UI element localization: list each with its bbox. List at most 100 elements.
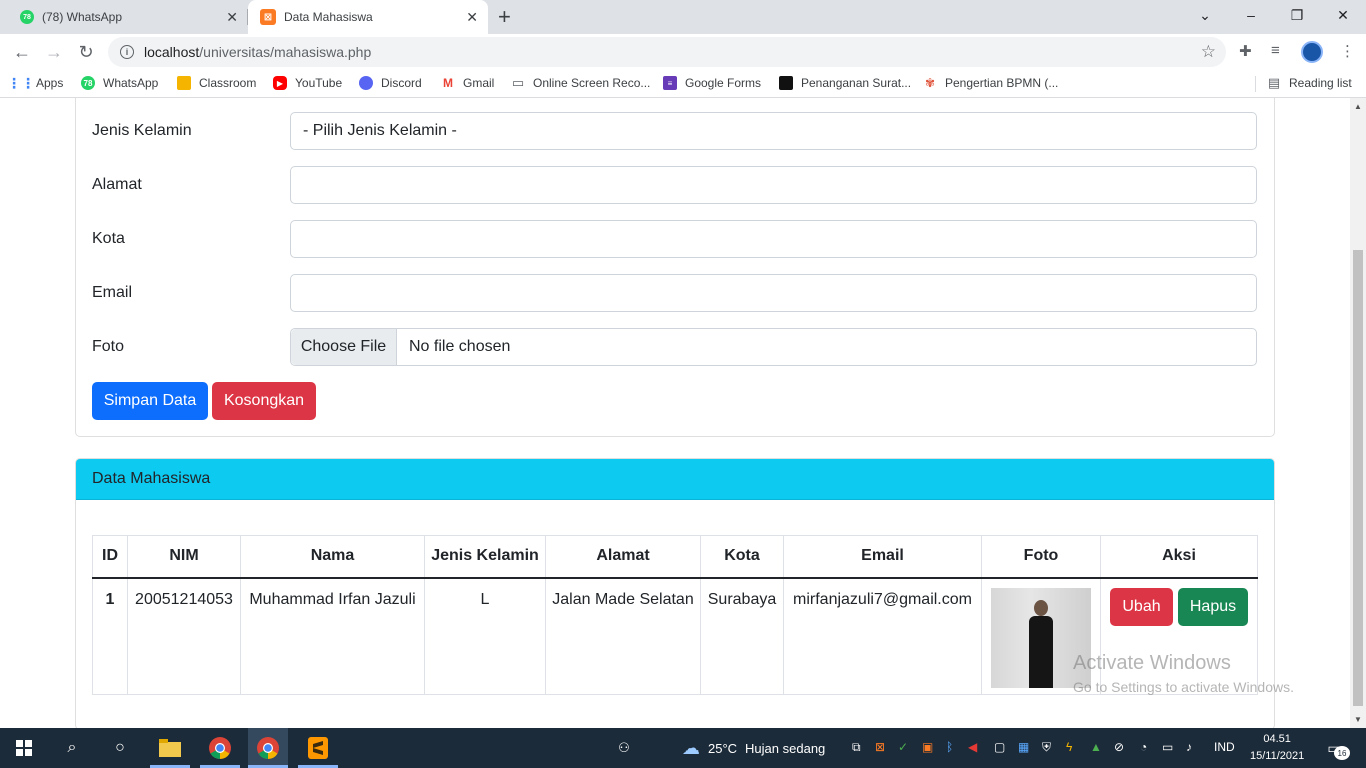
restore-icon[interactable]: ❐ — [1274, 0, 1320, 30]
reading-list-button[interactable]: ▤ Reading list — [1267, 75, 1352, 90]
tray-triangle-icon[interactable]: ▲ — [1090, 740, 1102, 754]
bookmark-screen-recorder[interactable]: ▭ Online Screen Reco... — [511, 75, 651, 90]
vertical-scrollbar[interactable]: ▲ ▼ — [1350, 98, 1366, 728]
bookmark-label: YouTube — [295, 76, 343, 90]
menu-kebab-icon[interactable]: ⋮ — [1340, 42, 1355, 60]
language-indicator[interactable]: IND — [1214, 740, 1235, 754]
weather-widget[interactable]: ☁ 25°C Hujan sedang — [682, 738, 825, 759]
bookmark-label: Penanganan Surat... — [801, 76, 912, 90]
system-clock[interactable]: 04.51 15/11/2021 — [1250, 731, 1304, 765]
search-icon[interactable]: ⌕ — [60, 736, 84, 760]
close-window-icon[interactable]: ✕ — [1320, 0, 1366, 30]
person-figure — [1029, 599, 1053, 688]
bookmark-label: Google Forms — [685, 76, 762, 90]
reload-icon[interactable]: ↻ — [74, 40, 98, 64]
profile-avatar[interactable] — [1301, 41, 1323, 63]
column-header: NIM — [127, 535, 241, 579]
apps-grid-icon: ⋮⋮ — [7, 74, 35, 91]
tray-shield-icon[interactable]: ⛨ — [1042, 740, 1051, 755]
people-icon[interactable]: ⚇ — [612, 736, 636, 760]
page-viewport: Jenis Kelamin - Pilih Jenis Kelamin - Al… — [0, 98, 1350, 728]
edit-button[interactable]: Ubah — [1110, 587, 1173, 626]
card-title: Data Mahasiswa — [92, 470, 211, 487]
card-header: Data Mahasiswa — [76, 459, 1274, 500]
bookmark-label: Discord — [381, 76, 422, 90]
delete-button[interactable]: Hapus — [1178, 587, 1248, 626]
activate-windows-watermark: Activate Windows Go to Settings to activ… — [1073, 652, 1294, 695]
back-arrow-icon[interactable]: ← — [10, 40, 34, 64]
address-input[interactable] — [290, 166, 1257, 204]
bookmark-whatsapp[interactable]: 78 WhatsApp — [81, 76, 158, 90]
tray-sync-icon[interactable]: ✓ — [898, 740, 908, 754]
media-queue-icon[interactable]: ≡ — [1271, 42, 1280, 59]
address-label: Alamat — [92, 176, 142, 193]
tray-screen-icon[interactable]: ⧉ — [852, 740, 861, 755]
site-info-icon[interactable]: i — [120, 45, 134, 59]
tray-app-icon[interactable]: ▣ — [922, 740, 933, 754]
volume-icon[interactable]: ♪ — [1186, 740, 1192, 754]
minimize-icon[interactable]: – — [1228, 0, 1274, 30]
close-tab-icon[interactable]: ✕ — [226, 9, 238, 25]
tray-window-icon[interactable]: ▢ — [994, 740, 1005, 754]
gender-select[interactable]: - Pilih Jenis Kelamin - — [290, 112, 1257, 150]
task-view-icon[interactable]: ○ — [108, 736, 132, 760]
tab-search-chevron-icon[interactable]: ⌄ — [1182, 0, 1228, 30]
tab-title: Data Mahasiswa — [284, 10, 373, 24]
email-input[interactable] — [290, 274, 1257, 312]
save-button[interactable]: Simpan Data — [92, 382, 208, 420]
column-header: Kota — [700, 535, 784, 579]
tab-title: (78) WhatsApp — [42, 10, 123, 24]
city-input[interactable] — [290, 220, 1257, 258]
discord-icon — [359, 76, 373, 90]
bookmark-penanganan-surat[interactable]: Penanganan Surat... — [779, 76, 911, 90]
battery-icon[interactable]: ▭ — [1162, 740, 1173, 754]
tray-lightning-icon[interactable]: ϟ — [1066, 740, 1072, 754]
file-explorer-icon[interactable] — [158, 736, 182, 760]
bookmark-label: Online Screen Reco... — [533, 76, 651, 90]
chrome-profile-icon[interactable] — [248, 728, 288, 768]
bookmark-google-forms[interactable]: ≡ Google Forms — [663, 76, 761, 90]
windows-taskbar: ⌕ ○ ⚇ ☁ 25°C Hujan sedang ⧉ ⊠ ✓ ▣ ᛒ ◀ ▢ … — [0, 728, 1366, 768]
notification-center-icon[interactable]: ▭ 16 — [1322, 736, 1350, 760]
wifi-icon[interactable]: ◔ — [1140, 740, 1147, 754]
bookmark-classroom[interactable]: Classroom — [177, 76, 256, 90]
gender-select-value: - Pilih Jenis Kelamin - — [303, 122, 457, 139]
clear-button[interactable]: Kosongkan — [212, 382, 316, 420]
extensions-puzzle-icon[interactable]: ✚ — [1239, 42, 1252, 60]
chrome-icon[interactable] — [208, 736, 232, 760]
sublime-text-icon[interactable] — [306, 736, 330, 760]
bookmark-label: Classroom — [199, 76, 257, 90]
column-header: Nama — [240, 535, 425, 579]
address-bar[interactable]: i localhost/universitas/mahasiswa.php ☆ — [108, 37, 1226, 67]
cell-nama: Muhammad Irfan Jazuli — [240, 577, 425, 695]
tray-media-icon[interactable]: ◀ — [968, 740, 977, 754]
forward-arrow-icon[interactable]: → — [42, 40, 66, 64]
scrollbar-thumb[interactable] — [1353, 250, 1363, 706]
bookmark-youtube[interactable]: ▶ YouTube — [273, 76, 342, 90]
column-header: Jenis Kelamin — [424, 535, 546, 579]
notification-count: 16 — [1334, 746, 1350, 760]
photo-file-input[interactable]: Choose File No file chosen — [290, 328, 1257, 366]
bookmark-pengertian-bpmn[interactable]: ✾ Pengertian BPMN (... — [923, 76, 1058, 90]
document-icon — [779, 76, 793, 90]
close-tab-icon[interactable]: ✕ — [466, 9, 478, 25]
bluetooth-icon[interactable]: ᛒ — [946, 740, 953, 754]
bookmark-label: Pengertian BPMN (... — [945, 76, 1059, 90]
tray-display-icon[interactable]: ▦ — [1018, 740, 1029, 754]
xampp-icon: ⊠ — [260, 9, 276, 25]
scroll-up-arrow-icon[interactable]: ▲ — [1354, 102, 1362, 111]
choose-file-button[interactable]: Choose File — [291, 329, 397, 365]
tray-network-off-icon[interactable]: ⊘ — [1114, 740, 1124, 754]
email-label: Email — [92, 284, 133, 301]
windows-start-icon[interactable] — [12, 736, 36, 760]
scroll-down-arrow-icon[interactable]: ▼ — [1354, 715, 1362, 724]
cloud-rain-icon: ☁ — [682, 738, 700, 758]
bookmark-discord[interactable]: Discord — [359, 76, 422, 90]
bookmark-gmail[interactable]: M Gmail — [441, 76, 494, 90]
new-tab-icon[interactable]: + — [498, 4, 511, 30]
tab-whatsapp[interactable]: 78 (78) WhatsApp ✕ — [8, 0, 248, 34]
tab-data-mahasiswa[interactable]: ⊠ Data Mahasiswa ✕ — [248, 0, 488, 34]
tray-xampp-icon[interactable]: ⊠ — [875, 740, 885, 754]
bookmark-star-icon[interactable]: ☆ — [1201, 42, 1216, 62]
bookmark-apps[interactable]: ⋮⋮ Apps — [7, 74, 63, 91]
